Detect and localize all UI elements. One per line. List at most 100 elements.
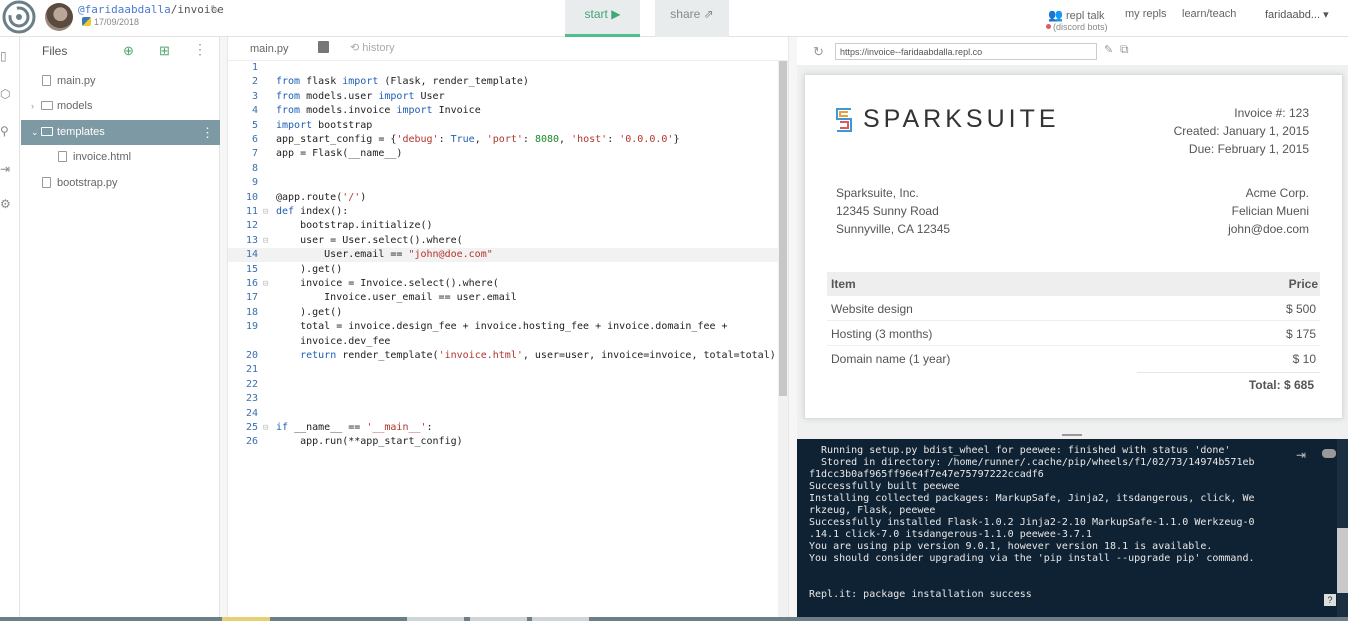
line-number: 7: [251, 148, 258, 160]
share-icon: ⇗: [703, 7, 714, 21]
fold-icon[interactable]: ⊟: [263, 277, 268, 291]
panel-splitter[interactable]: [788, 37, 797, 621]
line-number: 11: [245, 206, 258, 217]
nav-my-repls[interactable]: my repls: [1125, 8, 1167, 20]
file-icon: [42, 75, 51, 86]
notification-dot: [1046, 24, 1051, 29]
code-line[interactable]: 16 ⊟ invoice = Invoice.select().where(: [228, 277, 778, 291]
document-icon[interactable]: [318, 41, 329, 53]
console-toggle-icon[interactable]: [1322, 449, 1336, 458]
drag-handle-icon[interactable]: [1062, 434, 1082, 436]
code-line[interactable]: 24: [228, 407, 778, 421]
console-line: Stored in directory: /home/runner/.cache…: [809, 457, 1255, 468]
package-icon[interactable]: ⬡: [0, 87, 12, 101]
code-text: from models.user import User: [276, 90, 445, 102]
python-icon: [82, 17, 91, 26]
code-line[interactable]: 23: [228, 392, 778, 406]
code-line[interactable]: 11 ⊟ def index():: [228, 205, 778, 219]
console-expand-icon[interactable]: ⇥: [1296, 448, 1306, 462]
repl-name[interactable]: @faridaabdalla/invoice: [78, 3, 224, 16]
table-row: Website design $ 500: [827, 296, 1320, 321]
fold-icon[interactable]: ⊟: [263, 205, 268, 219]
line-number: 13: [245, 234, 258, 246]
code-line[interactable]: 12 bootstrap.initialize(): [228, 219, 778, 233]
url-input[interactable]: [835, 43, 1097, 60]
code-line[interactable]: 17 Invoice.user_email == user.email: [228, 291, 778, 305]
edit-pencil-icon[interactable]: ✎: [210, 3, 219, 16]
replit-logo-icon[interactable]: [2, 0, 36, 34]
console-line: rkzeug, Flask, peewee: [809, 505, 936, 516]
editor-scrollbar-thumb[interactable]: [779, 61, 787, 396]
fold-icon[interactable]: ⊟: [263, 234, 268, 248]
console-line: .14.1 click-7.0 itsdangerous-1.1.0 peewe…: [809, 529, 1092, 540]
edit-pencil-icon[interactable]: ✎: [1104, 43, 1113, 56]
tab-main-py[interactable]: main.py: [250, 43, 289, 55]
gear-icon[interactable]: ⚙: [0, 197, 12, 211]
file-icon[interactable]: ▯: [0, 49, 12, 63]
code-line[interactable]: 8: [228, 162, 778, 176]
to-address: john@doe.com: [1228, 222, 1309, 236]
file-item[interactable]: bootstrap.py: [21, 171, 220, 196]
help-button[interactable]: ?: [1324, 594, 1336, 606]
nav-discord-bots[interactable]: (discord bots): [1046, 22, 1108, 32]
code-line[interactable]: 21: [228, 363, 778, 377]
fold-icon[interactable]: ⊟: [263, 421, 268, 435]
line-number: 24: [245, 407, 258, 419]
file-item[interactable]: invoice.html: [21, 145, 220, 170]
code-line[interactable]: 13 ⊟ user = User.select().where(: [228, 234, 778, 248]
code-text: total = invoice.design_fee + invoice.hos…: [276, 321, 728, 333]
console[interactable]: Running setup.py bdist_wheel for peewee:…: [797, 439, 1348, 621]
code-editor[interactable]: 1 2 from flask import (Flask, render_templ…: [228, 61, 778, 621]
more-options-icon[interactable]: ⋮: [193, 41, 207, 58]
line-number: 10: [245, 191, 258, 203]
top-bar: @faridaabdalla/invoice ✎ 17/09/2018 star…: [0, 0, 1348, 37]
more-options-icon[interactable]: ⋮: [201, 120, 214, 145]
line-number: 8: [251, 162, 258, 174]
share-button[interactable]: share ⇗: [655, 0, 729, 37]
file-item[interactable]: main.py: [21, 69, 220, 94]
code-line[interactable]: 2 from flask import (Flask, render_templa…: [228, 75, 778, 89]
code-line[interactable]: 22: [228, 378, 778, 392]
code-line[interactable]: invoice.dev_fee: [228, 335, 778, 349]
status-segment: [470, 617, 527, 621]
code-line[interactable]: 14 User.email == "john@doe.com": [228, 248, 778, 263]
start-button[interactable]: start ▶: [565, 0, 640, 37]
invoice-table-header: Item Price: [827, 272, 1320, 296]
code-line[interactable]: 25 ⊟ if __name__ == '__main__':: [228, 421, 778, 435]
nav-repl-talk[interactable]: 👥 repl talk: [1048, 8, 1105, 22]
panel-splitter[interactable]: [220, 37, 228, 621]
folder-item-selected[interactable]: ⌄ templates ⋮: [21, 120, 220, 145]
code-line[interactable]: 7 app = Flask(__name__): [228, 147, 778, 161]
code-line[interactable]: 3 from models.user import User: [228, 90, 778, 104]
avatar[interactable]: [45, 3, 73, 31]
reload-icon[interactable]: ↻: [813, 44, 824, 60]
nav-user-menu[interactable]: faridaabd... ▾: [1265, 8, 1329, 21]
line-number: 20: [245, 350, 258, 361]
code-line[interactable]: 9: [228, 176, 778, 190]
open-new-tab-icon[interactable]: ⧉: [1120, 42, 1129, 57]
code-line[interactable]: 15 ).get(): [228, 263, 778, 277]
invoice-total: Total: $ 685: [1248, 378, 1314, 392]
console-scrollbar-thumb[interactable]: [1337, 528, 1348, 593]
chevron-right-icon[interactable]: ›: [31, 94, 41, 119]
code-line[interactable]: 6 app_start_config = {'debug': True, 'por…: [228, 133, 778, 147]
code-line[interactable]: 1: [228, 61, 778, 75]
add-folder-icon[interactable]: ⊞: [159, 43, 170, 59]
code-line[interactable]: 19 total = invoice.design_fee + invoice.…: [228, 320, 778, 334]
chevron-down-icon[interactable]: ⌄: [31, 120, 41, 145]
code-line[interactable]: 4 from models.invoice import Invoice: [228, 104, 778, 118]
add-file-icon[interactable]: ⊕: [123, 43, 134, 59]
code-line[interactable]: 20 return render_template('invoice.html'…: [228, 349, 778, 363]
code-line[interactable]: 26 app.run(**app_start_config): [228, 435, 778, 449]
nav-learn-teach[interactable]: learn/teach: [1182, 8, 1236, 20]
code-line[interactable]: 18 ).get(): [228, 306, 778, 320]
code-line[interactable]: 10 @app.route('/'): [228, 191, 778, 205]
from-address: 12345 Sunny Road: [836, 204, 939, 218]
folder-item[interactable]: › models: [21, 94, 220, 119]
tab-history[interactable]: ⟲ history: [350, 41, 395, 54]
line-number: 25: [245, 422, 258, 433]
debugger-icon[interactable]: ⇥: [0, 162, 12, 176]
code-line[interactable]: 5 import bootstrap: [228, 119, 778, 133]
web-preview: ↻ ✎ ⧉ SPARKSUITE Invoice #: 123 Created:…: [797, 37, 1348, 432]
add-user-icon[interactable]: ⚲: [0, 124, 12, 138]
